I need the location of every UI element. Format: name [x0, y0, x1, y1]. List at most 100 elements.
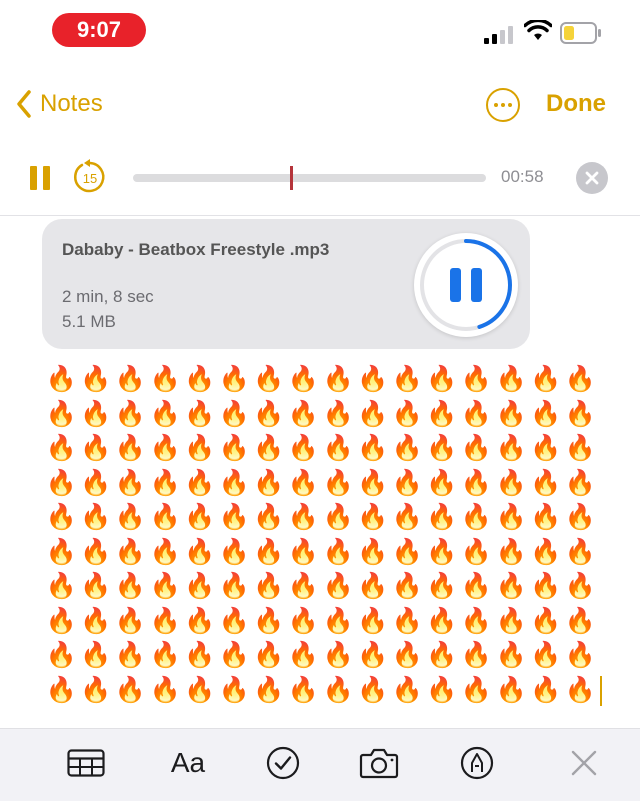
fire-emoji: 🔥 — [322, 675, 354, 704]
fire-emoji: 🔥 — [218, 606, 250, 635]
fire-emoji: 🔥 — [426, 434, 458, 462]
fire-emoji: 🔥 — [530, 434, 562, 462]
checklist-button[interactable] — [264, 743, 302, 783]
fire-emoji: 🔥 — [184, 468, 216, 497]
ellipsis-icon-dot — [508, 103, 512, 107]
attachment-pause-button[interactable] — [414, 233, 518, 337]
skip-back-button[interactable]: 15 — [72, 158, 108, 201]
attachment-duration: 2 min, 8 sec — [62, 287, 154, 306]
fire-emoji: 🔥 — [253, 365, 285, 393]
note-body-text[interactable]: 🔥 🔥 🔥 🔥 🔥 🔥 🔥 🔥 🔥 🔥 🔥 🔥 🔥 🔥 🔥 🔥 🔥 🔥 🔥 🔥 🔥 🔥 🔥 🔥 🔥 🔥 🔥 🔥 🔥 🔥 🔥 🔥 🔥 🔥 🔥 🔥 🔥 🔥 🔥 🔥… — [44, 362, 604, 727]
fire-emoji: 🔥 — [287, 675, 320, 704]
fire-emoji: 🔥 — [253, 675, 285, 704]
fire-emoji: 🔥 — [322, 503, 354, 531]
fire-emoji: 🔥 — [45, 537, 77, 566]
fire-emoji: 🔥 — [564, 399, 596, 428]
fire-emoji: 🔥 — [287, 606, 320, 635]
fire-emoji: 🔥 — [218, 572, 250, 600]
fire-emoji: 🔥 — [460, 468, 492, 497]
fire-emoji: 🔥 — [80, 399, 112, 428]
fire-emoji: 🔥 — [149, 399, 181, 428]
fire-emoji: 🔥 — [184, 606, 216, 635]
attachment-title: Dababy - Beatbox Freestyle .mp3 — [62, 240, 330, 259]
pause-icon — [30, 166, 37, 190]
fire-emoji: 🔥 — [495, 572, 527, 600]
fire-emoji: 🔥 — [114, 503, 147, 531]
fire-emoji: 🔥 — [495, 434, 527, 462]
format-button[interactable]: Aa — [165, 743, 211, 783]
more-options-button[interactable] — [486, 88, 520, 122]
fire-emoji: 🔥 — [45, 399, 77, 428]
divider — [0, 215, 640, 216]
back-button[interactable]: Notes — [16, 86, 103, 122]
fire-emoji: 🔥 — [495, 468, 527, 497]
audio-attachment-card[interactable]: Dababy - Beatbox Freestyle .mp3 2 min, 8… — [42, 219, 530, 349]
pause-button[interactable] — [30, 166, 52, 190]
fire-emoji: 🔥 — [426, 503, 458, 531]
fire-emoji: 🔥 — [530, 468, 562, 497]
fire-emoji: 🔥 — [253, 468, 285, 497]
fire-emoji: 🔥 — [45, 606, 77, 635]
pause-icon-bar — [471, 268, 482, 302]
fire-emoji: 🔥 — [184, 434, 216, 462]
fire-emoji: 🔥 — [460, 675, 492, 704]
note-text-line: 🔥 🔥 🔥 🔥 🔥 🔥 🔥 🔥 🔥 🔥 🔥 🔥 🔥 🔥 🔥 🔥 — [44, 604, 604, 639]
dismiss-toolbar-button[interactable] — [566, 743, 602, 783]
fire-emoji: 🔥 — [391, 434, 423, 462]
fire-emoji: 🔥 — [114, 399, 147, 428]
fire-emoji: 🔥 — [149, 572, 181, 600]
fire-emoji: 🔥 — [564, 675, 596, 704]
bottom-toolbar: Aa — [0, 728, 640, 801]
fire-emoji: 🔥 — [287, 434, 320, 462]
fire-emoji: 🔥 — [322, 537, 354, 566]
fire-emoji: 🔥 — [564, 503, 596, 531]
fire-emoji: 🔥 — [184, 365, 216, 393]
status-time[interactable]: 9:07 — [52, 13, 146, 47]
fire-emoji: 🔥 — [45, 641, 77, 669]
fire-emoji: 🔥 — [114, 572, 147, 600]
done-button[interactable]: Done — [546, 90, 606, 118]
fire-emoji: 🔥 — [287, 365, 320, 393]
playback-scrubber[interactable] — [133, 166, 486, 190]
navigation-bar: Notes Done — [0, 72, 640, 136]
battery-icon — [560, 22, 601, 44]
fire-emoji: 🔥 — [322, 434, 354, 462]
fire-emoji: 🔥 — [357, 537, 389, 566]
fire-emoji: 🔥 — [149, 606, 181, 635]
fire-emoji: 🔥 — [287, 399, 320, 428]
fire-emoji: 🔥 — [426, 365, 458, 393]
fire-emoji: 🔥 — [218, 468, 250, 497]
markup-pen-icon — [460, 746, 494, 780]
cellular-signal-icon — [484, 26, 513, 44]
fire-emoji: 🔥 — [495, 675, 527, 704]
fire-emoji: 🔥 — [564, 572, 596, 600]
fire-emoji: 🔥 — [391, 399, 423, 428]
fire-emoji: 🔥 — [426, 641, 458, 669]
fire-emoji: 🔥 — [495, 537, 527, 566]
fire-emoji: 🔥 — [357, 365, 389, 393]
fire-emoji: 🔥 — [530, 572, 562, 600]
scrubber-handle[interactable] — [290, 166, 294, 190]
fire-emoji: 🔥 — [391, 675, 423, 704]
camera-button[interactable] — [358, 743, 400, 783]
fire-emoji: 🔥 — [253, 537, 285, 566]
fire-emoji: 🔥 — [357, 503, 389, 531]
fire-emoji: 🔥 — [322, 365, 354, 393]
back-button-label: Notes — [40, 90, 103, 117]
fire-emoji: 🔥 — [80, 365, 112, 393]
fire-emoji: 🔥 — [287, 572, 320, 600]
close-player-button[interactable] — [576, 162, 608, 194]
fire-emoji: 🔥 — [253, 572, 285, 600]
markup-button[interactable] — [458, 743, 496, 783]
fire-emoji: 🔥 — [80, 537, 112, 566]
fire-emoji: 🔥 — [426, 537, 458, 566]
fire-emoji: 🔥 — [357, 606, 389, 635]
fire-emoji: 🔥 — [114, 468, 147, 497]
fire-emoji: 🔥 — [253, 399, 285, 428]
fire-emoji: 🔥 — [253, 606, 285, 635]
fire-emoji: 🔥 — [530, 503, 562, 531]
table-button[interactable] — [66, 743, 106, 783]
fire-emoji: 🔥 — [184, 572, 216, 600]
fire-emoji: 🔥 — [149, 468, 181, 497]
fire-emoji: 🔥 — [391, 606, 423, 635]
